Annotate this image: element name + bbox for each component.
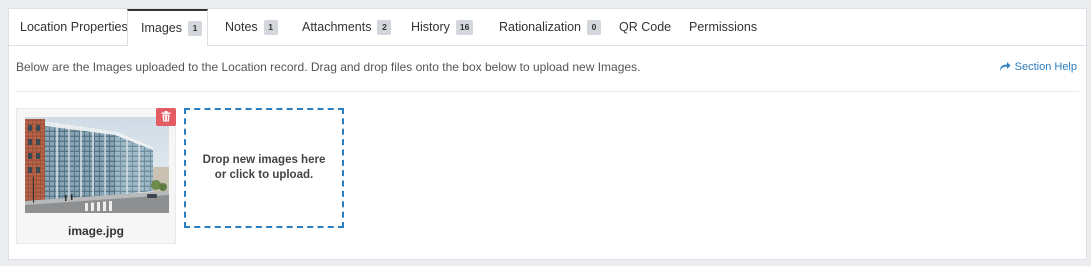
tab-label: History — [411, 20, 450, 34]
dropzone-text: Drop new images here or click to upload. — [202, 154, 326, 181]
tab-location-properties[interactable]: Location Properties — [9, 9, 128, 45]
trash-icon — [161, 111, 171, 122]
section-help-link[interactable]: Section Help — [999, 61, 1077, 73]
tab-label: Attachments — [302, 20, 372, 34]
count-badge: 2 — [377, 20, 392, 35]
tab-permissions[interactable]: Permissions — [689, 9, 757, 45]
tab-rationalization[interactable]: Rationalization 0 — [499, 9, 601, 45]
share-arrow-icon — [999, 62, 1011, 71]
tab-label: QR Code — [619, 20, 672, 34]
count-badge: 16 — [455, 20, 474, 35]
tab-attachments[interactable]: Attachments 2 — [302, 9, 392, 45]
count-badge: 1 — [188, 21, 202, 36]
tab-qr-code[interactable]: QR Code — [619, 9, 671, 45]
tab-history[interactable]: History 16 — [411, 9, 474, 45]
tab-label: Images — [141, 21, 182, 35]
tab-images[interactable]: Images 1 — [127, 9, 208, 46]
tab-label: Permissions — [689, 20, 758, 34]
tab-notes[interactable]: Notes 1 — [225, 9, 278, 45]
tab-bar: Location Properties Images 1 Notes 1 Attac… — [9, 9, 1086, 46]
image-dropzone[interactable]: Drop new images here or click to upload. — [184, 108, 344, 228]
divider — [16, 91, 1079, 92]
image-filename: image.jpg — [67, 224, 124, 238]
image-card: image.jpg — [16, 108, 176, 244]
tab-label: Rationalization — [499, 20, 581, 34]
building-photo — [25, 117, 169, 213]
section-description: Below are the Images uploaded to the Loc… — [16, 60, 641, 74]
tab-label: Location Properties — [20, 20, 128, 34]
tab-label: Notes — [225, 20, 258, 34]
count-badge: 0 — [587, 20, 601, 35]
delete-image-button[interactable] — [156, 108, 176, 126]
image-thumbnail[interactable] — [25, 117, 169, 213]
images-panel: Location Properties Images 1 Notes 1 Attac… — [8, 8, 1087, 260]
section-help-label: Section Help — [1014, 61, 1077, 73]
count-badge: 1 — [263, 20, 278, 35]
